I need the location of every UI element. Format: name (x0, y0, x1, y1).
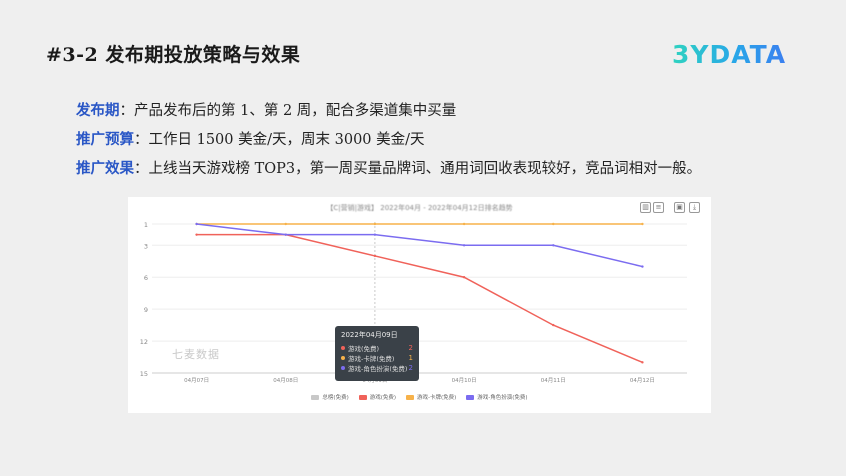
legend-item[interactable]: 游戏-卡牌(免费) (406, 393, 456, 401)
data-point (641, 222, 644, 226)
legend-swatch (406, 394, 415, 400)
x-tick-label: 04月10日 (452, 377, 477, 384)
rank-trend-chart: 【C|营销|游戏】 2022年04月 - 2022年04月12日排名趋势 ▥ ≡… (128, 197, 711, 413)
y-tick-label: 15 (140, 370, 148, 378)
x-tick-label: 04月12日 (630, 377, 655, 384)
data-point (641, 265, 644, 268)
bullet-effect: 推广效果：上线当天游戏榜 TOP3，第一周买量品牌词、通用词回收表现较好，竞品词… (76, 154, 701, 183)
chart-legend: 总榜(免费) 游戏(免费) 游戏-卡牌(免费) 游戏-角色扮演(免费) (128, 393, 711, 401)
tooltip-row: 游戏(免费) 2 (341, 343, 413, 353)
legend-label: 游戏(免费) (369, 395, 397, 401)
data-point (195, 222, 198, 226)
y-tick-label: 3 (144, 242, 148, 250)
x-tick-label: 04月07日 (184, 377, 209, 384)
data-point (284, 222, 287, 226)
tooltip-series-name: 游戏-角色扮演(免费) (348, 365, 408, 373)
x-tick-label: 04月08日 (273, 377, 298, 384)
tooltip-value: 2 (408, 344, 413, 352)
data-point (462, 276, 466, 279)
data-point (552, 323, 555, 327)
bullet-key: 发布期 (76, 102, 120, 119)
data-point (462, 222, 466, 226)
y-tick-label: 6 (144, 274, 148, 282)
bullet-key: 推广预算 (76, 131, 134, 148)
legend-swatch (466, 394, 475, 400)
data-point (284, 233, 287, 236)
brand-logo: 3YDATA (672, 40, 787, 69)
y-tick-label: 9 (144, 306, 148, 314)
tooltip-dot (341, 366, 345, 370)
tooltip-row: 游戏-角色扮演(免费) 2 (341, 363, 413, 373)
tooltip-value: 2 (408, 364, 413, 372)
bullet-text: ：上线当天游戏榜 TOP3，第一周买量品牌词、通用词回收表现较好，竞品词相对一般… (134, 161, 702, 177)
legend-label: 游戏-卡牌(免费) (417, 395, 457, 401)
slide-title: #3-2 发布期投放策略与效果 (46, 44, 301, 66)
legend-swatch (358, 394, 367, 400)
data-point (195, 233, 198, 236)
tooltip-row: 游戏-卡牌(免费) 1 (341, 353, 413, 363)
bullet-budget: 推广预算：工作日 1500 美金/天，周末 3000 美金/天 (76, 125, 701, 154)
data-point (373, 254, 377, 258)
chart-tooltip: 2022年04月09日 游戏(免费) 2 游戏-卡牌(免费) 1 游戏-角色扮演… (335, 326, 419, 381)
bullet-text: ：产品发布后的第 1、第 2 周，配合多渠道集中买量 (119, 103, 457, 119)
legend-label: 游戏-角色扮演(免费) (477, 395, 528, 401)
series-line (196, 233, 643, 364)
bullet-release-period: 发布期：产品发布后的第 1、第 2 周，配合多渠道集中买量 (76, 96, 701, 125)
data-point (552, 222, 555, 226)
legend-label: 总榜(免费) (322, 395, 349, 401)
data-point (552, 244, 555, 247)
tooltip-series-name: 游戏(免费) (348, 345, 380, 353)
bullet-list: 发布期：产品发布后的第 1、第 2 周，配合多渠道集中买量 推广预算：工作日 1… (76, 96, 701, 183)
tooltip-dot (341, 346, 345, 350)
chart-plot: 1369121504月07日 04月08日 04月09日 04月10日 04月11日 04… (140, 221, 687, 384)
data-point (373, 222, 377, 226)
tooltip-series-name: 游戏-卡牌(免费) (348, 355, 395, 363)
y-tick-label: 12 (140, 338, 148, 346)
legend-swatch (311, 394, 320, 400)
tooltip-dot (341, 356, 345, 360)
legend-item[interactable]: 游戏(免费) (358, 393, 397, 401)
data-point (641, 361, 644, 364)
bullet-key: 推广效果 (76, 160, 134, 177)
legend-item[interactable]: 游戏-角色扮演(免费) (466, 393, 528, 401)
data-point (373, 233, 377, 236)
x-tick-label: 04月11日 (541, 377, 566, 384)
tooltip-date: 2022年04月09日 (341, 331, 398, 339)
chart-watermark: 七麦数据 (172, 348, 220, 361)
data-point (462, 244, 466, 247)
legend-item[interactable]: 总榜(免费) (311, 393, 349, 401)
tooltip-value: 1 (408, 354, 413, 362)
bullet-text: ：工作日 1500 美金/天，周末 3000 美金/天 (134, 132, 425, 148)
y-tick-label: 1 (144, 221, 148, 229)
